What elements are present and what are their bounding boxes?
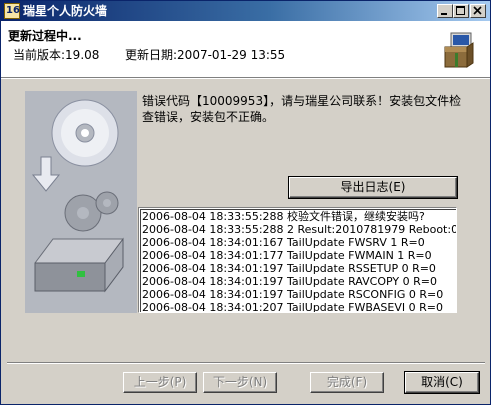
log-entry: 2006-08-04 18:34:01:177 TailUpdate FWMAI…: [142, 249, 432, 262]
cancel-button[interactable]: 取消(C): [404, 371, 480, 394]
window-title: 瑞星个人防火墙: [23, 4, 108, 18]
log-entry: 2006-08-04 18:34:01:197 TailUpdate RSSET…: [142, 262, 436, 275]
log-entry: 2006-08-04 18:33:55:288 校验文件错误，继续安装吗?: [142, 210, 425, 223]
footer-divider: [7, 362, 485, 364]
header-panel: 更新过程中... 当前版本:19.08 更新日期:2007-01-29 13:5…: [1, 21, 490, 78]
install-illustration: [31, 99, 124, 293]
minimize-icon: [441, 13, 447, 15]
app-icon-glyph: 16: [6, 5, 20, 16]
log-list[interactable]: 2006-08-04 18:33:55:288 校验文件错误，继续安装吗? 20…: [138, 207, 457, 313]
minimize-button[interactable]: [437, 4, 453, 18]
update-date: 更新日期:2007-01-29 13:55: [125, 48, 286, 62]
back-button[interactable]: 上一步(P): [123, 372, 197, 393]
current-version: 当前版本:19.08: [13, 48, 100, 62]
log-entry: 2006-08-04 18:34:01:197 TailUpdate RAVCO…: [142, 275, 437, 288]
log-entry: 2006-08-04 18:34:01:197 TailUpdate RSCON…: [142, 288, 444, 301]
app-icon: 16: [4, 3, 20, 19]
header-divider: [1, 78, 490, 79]
close-icon: [473, 6, 482, 15]
log-list-content: 2006-08-04 18:33:55:288 校验文件错误，继续安装吗? 20…: [140, 209, 456, 312]
close-button[interactable]: [470, 4, 486, 18]
installer-window: 16 瑞星个人防火墙 更新过程中... 当前版本:19.08 更新日期:2007…: [0, 0, 491, 405]
export-log-button[interactable]: 导出日志(E): [288, 176, 458, 199]
log-entry: 2006-08-04 18:34:01:207 TailUpdate FWBAS…: [142, 301, 443, 313]
finish-button[interactable]: 完成(F): [310, 372, 384, 393]
maximize-button[interactable]: [453, 4, 469, 18]
page-title: 更新过程中...: [8, 29, 82, 43]
log-entry: 2006-08-04 18:34:01:167 TailUpdate FWSRV…: [142, 236, 425, 249]
error-message: 错误代码【10009953】，请与瑞星公司联系！安装包文件检查错误，安装包不正确…: [142, 94, 462, 124]
next-button[interactable]: 下一步(N): [203, 372, 277, 393]
title-bar[interactable]: 16 瑞星个人防火墙: [1, 1, 490, 21]
log-entry: 2006-08-04 18:33:55:288 2 Result:2010781…: [142, 223, 457, 236]
maximize-icon: [456, 6, 465, 15]
side-illustration: [25, 91, 137, 313]
install-package-icon: [444, 32, 474, 68]
